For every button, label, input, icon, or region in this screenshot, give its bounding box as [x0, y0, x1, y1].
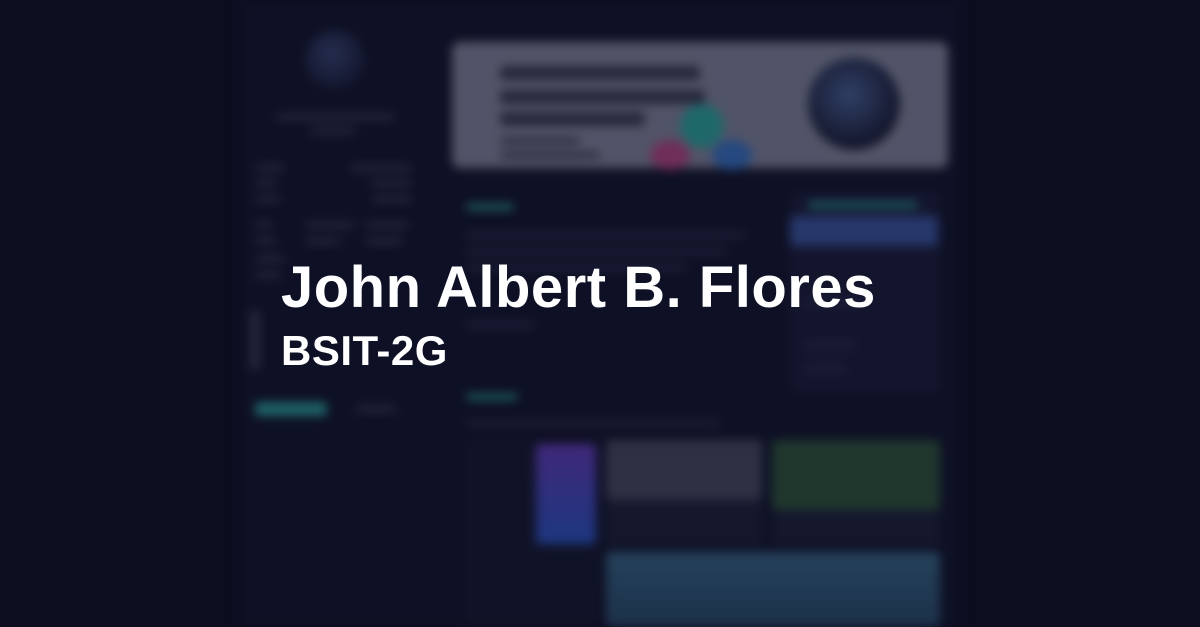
hero-avatar — [808, 58, 900, 150]
sidebar-line — [365, 222, 409, 228]
sidebar-line — [355, 406, 397, 412]
student-section: BSIT-2G — [281, 327, 448, 374]
sidebar-line — [365, 238, 403, 244]
hero-shape — [712, 140, 752, 170]
sidebar-line — [255, 222, 273, 228]
sidebar-line — [255, 238, 277, 244]
section-heading — [466, 394, 518, 400]
sidebar-line — [255, 272, 281, 278]
sidebar-line — [372, 196, 412, 202]
gallery-tile — [536, 444, 596, 544]
panel-item — [790, 216, 938, 246]
sidebar-line — [255, 196, 281, 202]
title-overlay: John Albert B. Flores BSIT-2G — [281, 256, 876, 376]
gallery-tile — [772, 440, 940, 510]
gallery-tile — [606, 500, 762, 545]
hero-line — [500, 138, 580, 144]
sidebar-line — [275, 114, 395, 120]
sidebar-line — [305, 238, 341, 244]
content-line — [466, 248, 726, 254]
sidebar-icons — [250, 310, 260, 370]
sidebar-line — [255, 180, 277, 186]
sidebar-line — [370, 180, 412, 186]
hero-shape — [680, 104, 724, 148]
profile-avatar — [305, 30, 365, 90]
hero-line — [500, 90, 705, 104]
hero-line — [500, 152, 600, 158]
sidebar-button — [255, 402, 327, 416]
hero-line — [500, 112, 645, 126]
panel-heading — [808, 202, 918, 208]
student-name: John Albert B. Flores — [281, 255, 876, 320]
hero-line — [500, 66, 700, 80]
content-line — [466, 232, 746, 238]
content-line — [466, 420, 721, 426]
hero-shape — [650, 140, 690, 170]
sidebar-line — [350, 165, 412, 171]
gallery-tile — [606, 552, 940, 627]
sidebar-line — [305, 222, 355, 228]
section-heading — [466, 204, 514, 210]
gallery-tile — [772, 510, 940, 545]
gallery-tile — [606, 440, 762, 500]
sidebar-line — [310, 128, 356, 134]
sidebar-line — [255, 165, 285, 171]
